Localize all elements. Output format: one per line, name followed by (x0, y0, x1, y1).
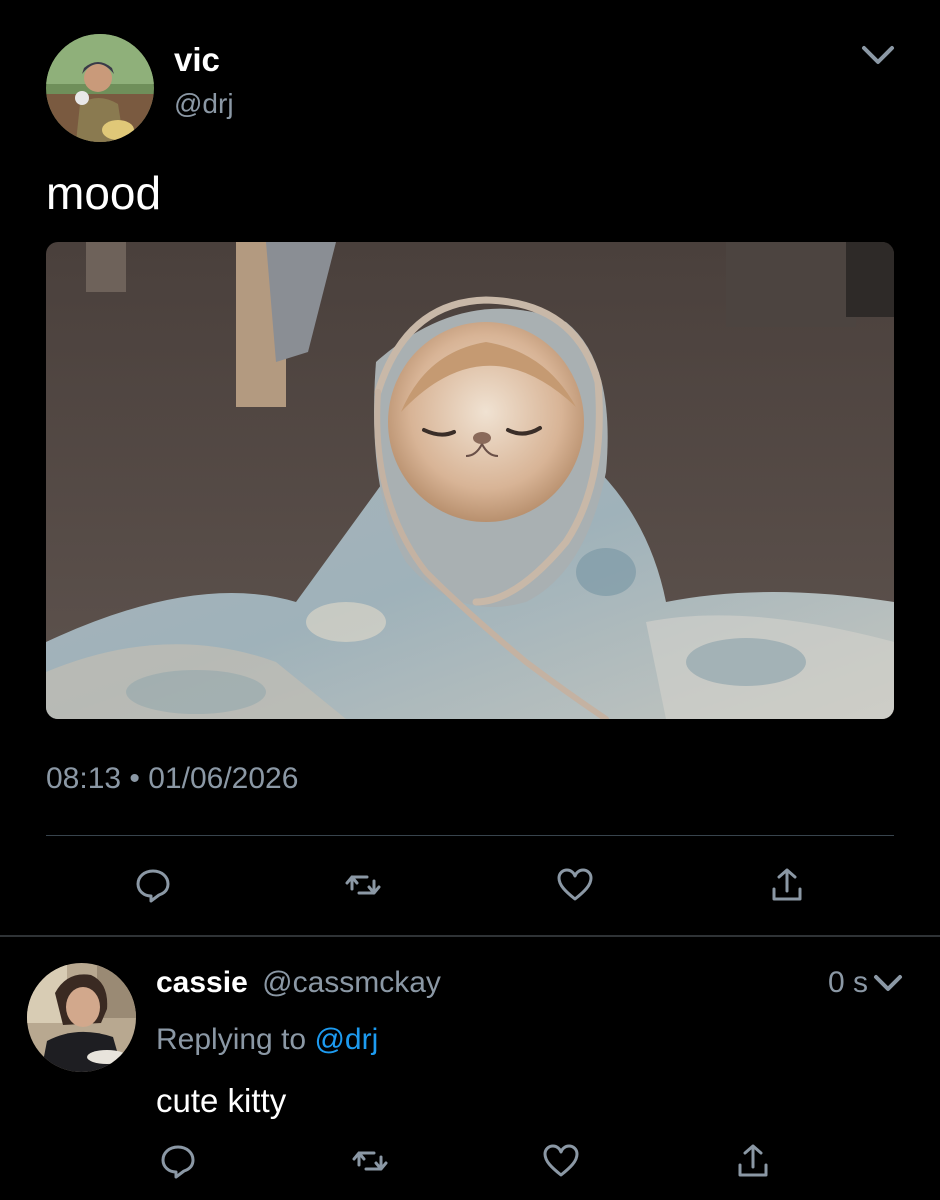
retweet-button[interactable] (345, 1136, 395, 1186)
tweet-text: mood (46, 167, 162, 219)
reply-action-bar (0, 1136, 940, 1186)
like-button[interactable] (550, 860, 600, 910)
retweet-button[interactable] (338, 860, 388, 910)
reply-author-handle[interactable]: @cassmckay (262, 966, 441, 999)
retweet-icon (345, 875, 381, 895)
reply-author-line: cassie @cassmckay (156, 962, 441, 1004)
heart-icon (543, 1144, 579, 1177)
author-display-name[interactable]: vic (174, 40, 220, 80)
tweet-header: vic @drj (46, 34, 906, 144)
reply-text: cute kitty (156, 1082, 287, 1119)
avatar-image (46, 34, 154, 142)
tweet-timestamp[interactable]: 08:13 • 01/06/2026 (46, 760, 298, 798)
chevron-down-icon[interactable] (858, 38, 898, 70)
share-icon (738, 1144, 768, 1177)
avatar-image (27, 963, 136, 1072)
divider (46, 835, 894, 836)
author-handle[interactable]: @drj (174, 86, 234, 122)
speech-bubble-icon (161, 1145, 195, 1179)
retweet-icon (352, 1151, 388, 1171)
replying-to-mention[interactable]: @drj (314, 1023, 378, 1056)
reply-button[interactable] (128, 860, 178, 910)
speech-bubble-icon (136, 869, 170, 903)
divider (0, 935, 940, 937)
cat-photo (46, 242, 894, 719)
share-button[interactable] (728, 1136, 778, 1186)
chevron-down-icon[interactable] (872, 970, 904, 996)
tweet-media[interactable] (46, 242, 894, 719)
reply-author-avatar[interactable] (27, 963, 136, 1072)
share-icon (772, 868, 802, 901)
like-button[interactable] (536, 1136, 586, 1186)
heart-icon (557, 868, 593, 901)
author-avatar[interactable] (46, 34, 154, 142)
replying-to-label: Replying to (156, 1023, 307, 1056)
share-button[interactable] (762, 860, 812, 910)
reply-timestamp[interactable]: 0 s (828, 962, 868, 1004)
reply-author-display-name[interactable]: cassie (156, 966, 248, 999)
tweet-action-bar (0, 860, 940, 910)
replying-to-line: Replying to @drj (156, 1020, 378, 1060)
reply-button[interactable] (153, 1136, 203, 1186)
